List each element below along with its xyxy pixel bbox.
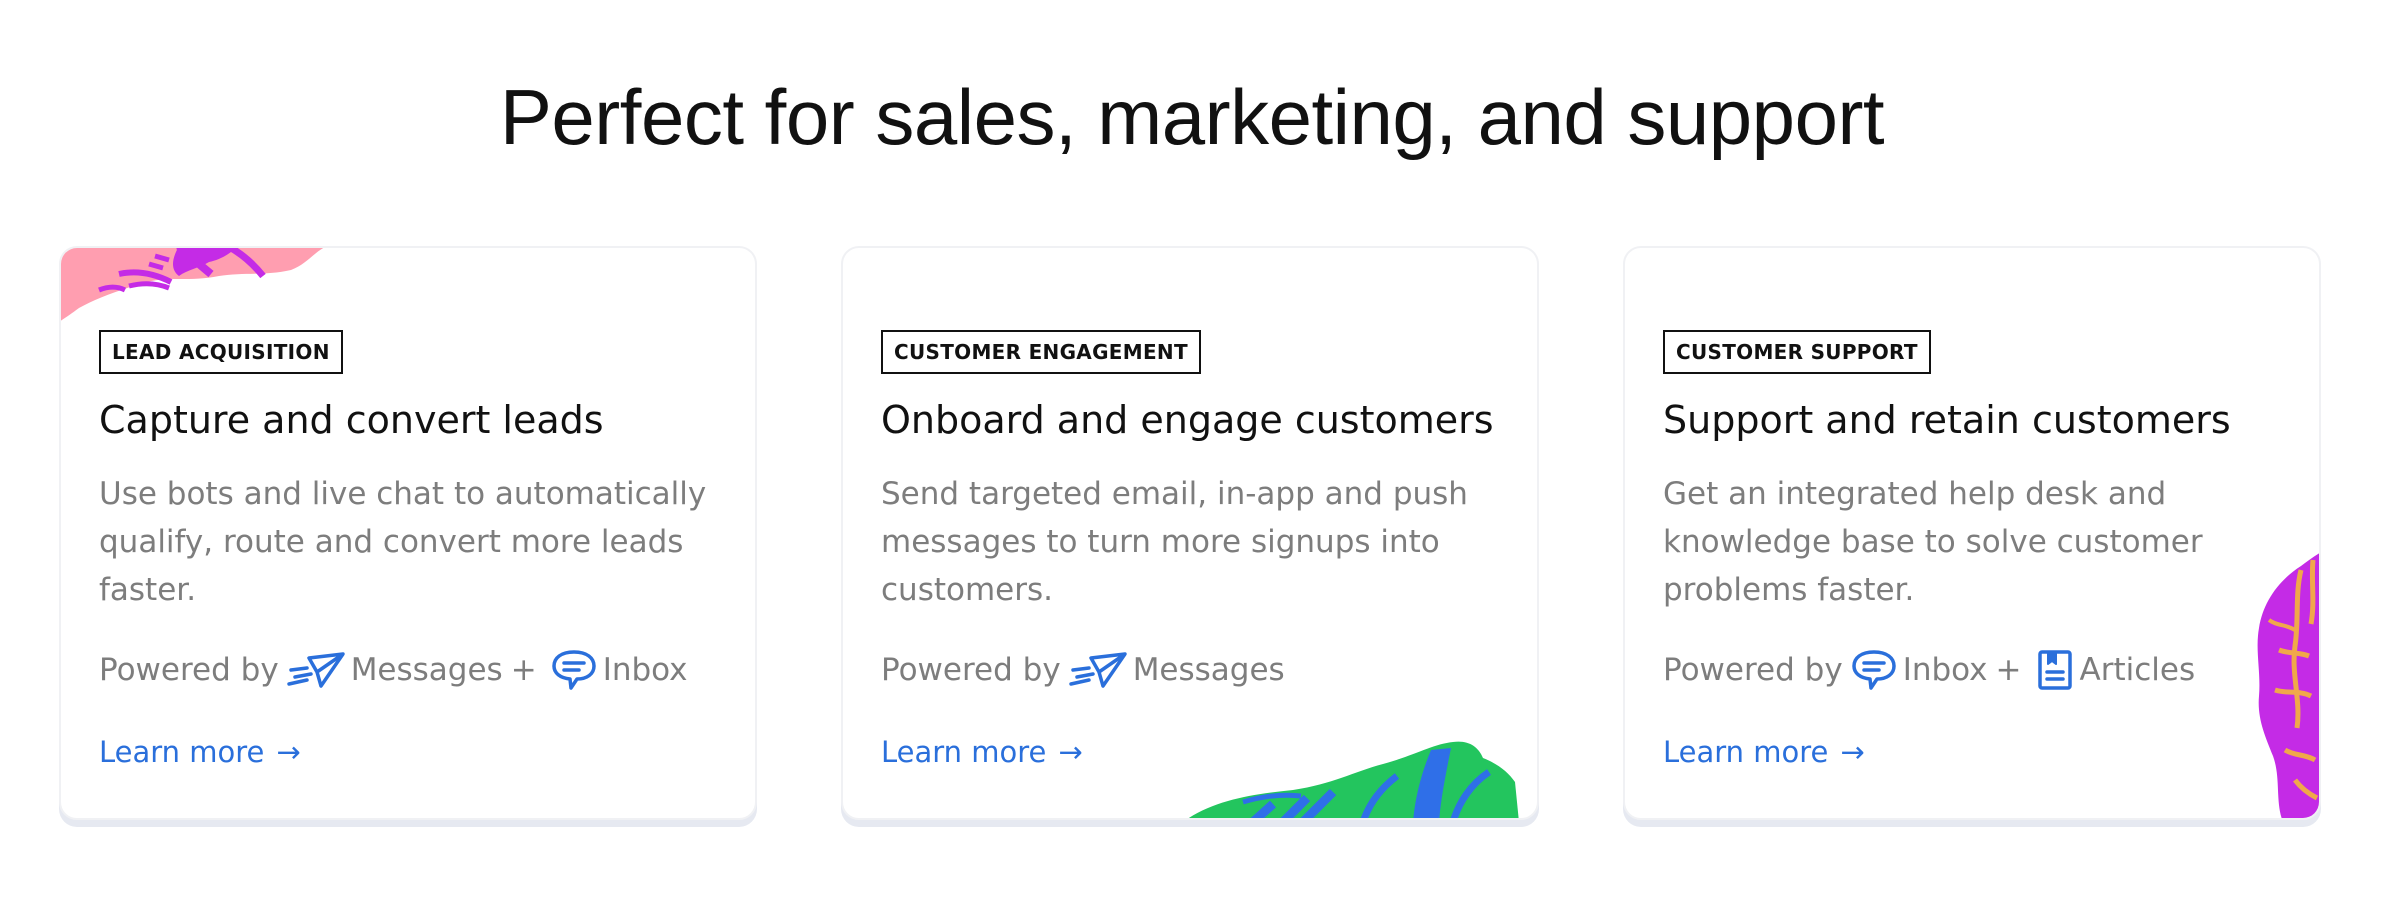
- inbox-icon: [1851, 648, 1897, 692]
- arrow-right-icon: →: [276, 735, 301, 769]
- decorative-blob-green: [1188, 741, 1519, 818]
- product-label: Messages: [350, 652, 503, 688]
- inbox-icon: [551, 648, 597, 692]
- powered-by-line: Powered by Messages + Inbox: [99, 646, 688, 694]
- page-title: Perfect for sales, marketing, and suppor…: [499, 73, 1885, 161]
- learn-more-link[interactable]: Learn more →: [881, 728, 1083, 776]
- card-customer-engagement: CUSTOMER ENGAGEMENT Onboard and engage c…: [841, 246, 1539, 820]
- powered-by-line: Powered by Messages: [881, 646, 1285, 694]
- arrow-right-icon: →: [1840, 735, 1865, 769]
- product-label: Inbox: [602, 652, 688, 688]
- plus-sign: +: [1995, 652, 2022, 688]
- card-customer-support: CUSTOMER SUPPORT Support and retain cust…: [1623, 246, 2321, 820]
- card-title: Onboard and engage customers: [881, 398, 1494, 442]
- product-label: Articles: [2079, 652, 2196, 688]
- card-description: Use bots and live chat to automatically …: [99, 476, 707, 608]
- card-tag: CUSTOMER SUPPORT: [1663, 330, 1931, 374]
- powered-by-label: Powered by: [99, 652, 279, 688]
- card-description: Send targeted email, in-app and push mes…: [881, 476, 1468, 608]
- learn-more-label: Learn more: [881, 735, 1047, 769]
- decorative-blob-pink: [61, 248, 324, 321]
- card-tag: CUSTOMER ENGAGEMENT: [881, 330, 1201, 374]
- messages-icon: [286, 650, 345, 690]
- card-title: Support and retain customers: [1663, 398, 2231, 442]
- learn-more-label: Learn more: [1663, 735, 1829, 769]
- product-label: Inbox: [1902, 652, 1988, 688]
- powered-by-line: Powered by Inbox + Articles: [1663, 646, 2195, 694]
- card-tag: LEAD ACQUISITION: [99, 330, 343, 374]
- messages-icon: [1068, 650, 1127, 690]
- card-lead-acquisition: LEAD ACQUISITION Capture and convert lea…: [59, 246, 757, 820]
- plus-sign: +: [510, 652, 537, 688]
- powered-by-label: Powered by: [1663, 652, 1843, 688]
- arrow-right-icon: →: [1058, 735, 1083, 769]
- product-label: Messages: [1132, 652, 1285, 688]
- powered-by-label: Powered by: [881, 652, 1061, 688]
- learn-more-label: Learn more: [99, 735, 265, 769]
- articles-icon: [2036, 648, 2074, 692]
- learn-more-link[interactable]: Learn more →: [1663, 728, 1865, 776]
- card-title: Capture and convert leads: [99, 398, 604, 442]
- learn-more-link[interactable]: Learn more →: [99, 728, 301, 776]
- card-description: Get an integrated help desk and knowledg…: [1663, 476, 2203, 608]
